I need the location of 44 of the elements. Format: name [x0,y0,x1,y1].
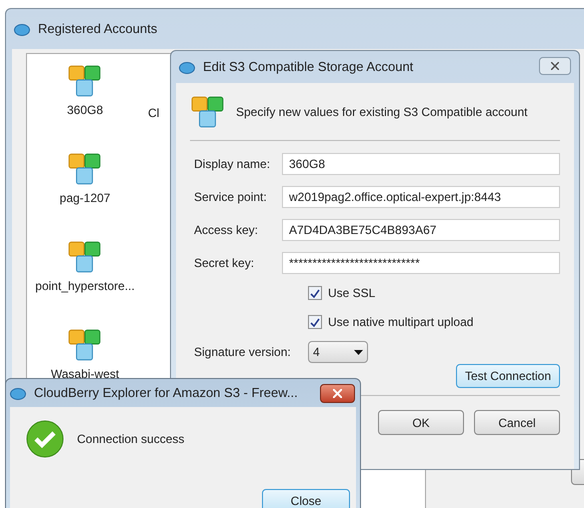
text-field[interactable]: w2019pag2.office.optical-expert.jp:8443 [282,186,560,208]
close-icon [333,389,342,398]
field-label: Signature version: [194,344,292,361]
field-label: Display name: [194,156,272,173]
field-label: Secret key: [194,255,256,272]
cubes-icon [190,94,226,130]
check-icon [310,318,320,326]
text-field[interactable]: 360G8 [282,153,560,175]
checkbox[interactable] [308,286,322,300]
account-item[interactable]: pag-1207 [60,151,110,205]
caret-icon [354,350,363,354]
cloud-icon [10,386,26,400]
cloud-icon [179,60,195,74]
account-item[interactable]: point_hyperstore... [35,239,135,293]
dialog-button[interactable]: OK [378,410,464,435]
message-text: Connection success [77,431,184,448]
account-label: Cl [148,105,160,122]
close-button[interactable] [539,57,571,75]
window-title: Registered Accounts [38,20,158,38]
cloud-icon [14,22,30,36]
account-item[interactable]: Wasabi-west [50,327,120,381]
field-label: Service point: [194,189,268,206]
close-dialog-button[interactable]: Close [262,489,350,508]
checkbox-label: Use native multipart upload [328,314,474,331]
text-field[interactable]: A7D4DA3BE75C4B893A67 [282,219,560,241]
cubes-icon [67,63,103,99]
checkbox[interactable] [308,315,322,329]
cubes-icon [67,327,103,363]
message-box-title: CloudBerry Explorer for Amazon S3 - Freew... [34,384,298,402]
test-connection-button[interactable]: Test Connection [456,364,560,388]
close-button[interactable] [320,384,355,403]
account-item[interactable]: 360G8 [66,63,104,117]
cubes-icon [67,239,103,275]
success-icon [26,420,64,458]
close-icon [551,62,559,70]
check-icon [310,288,320,298]
version-dropdown[interactable]: 4 [308,341,368,363]
field-label: Access key: [194,222,260,239]
dialog-header-text: Specify new values for existing S3 Compatible account [236,104,528,120]
cubes-icon [67,151,103,187]
checkbox-label: Use SSL [328,285,376,302]
text-field[interactable]: **************************** [282,252,560,274]
dialog-title: Edit S3 Compatible Storage Account [203,58,414,76]
dialog-button[interactable]: Cancel [474,410,560,435]
